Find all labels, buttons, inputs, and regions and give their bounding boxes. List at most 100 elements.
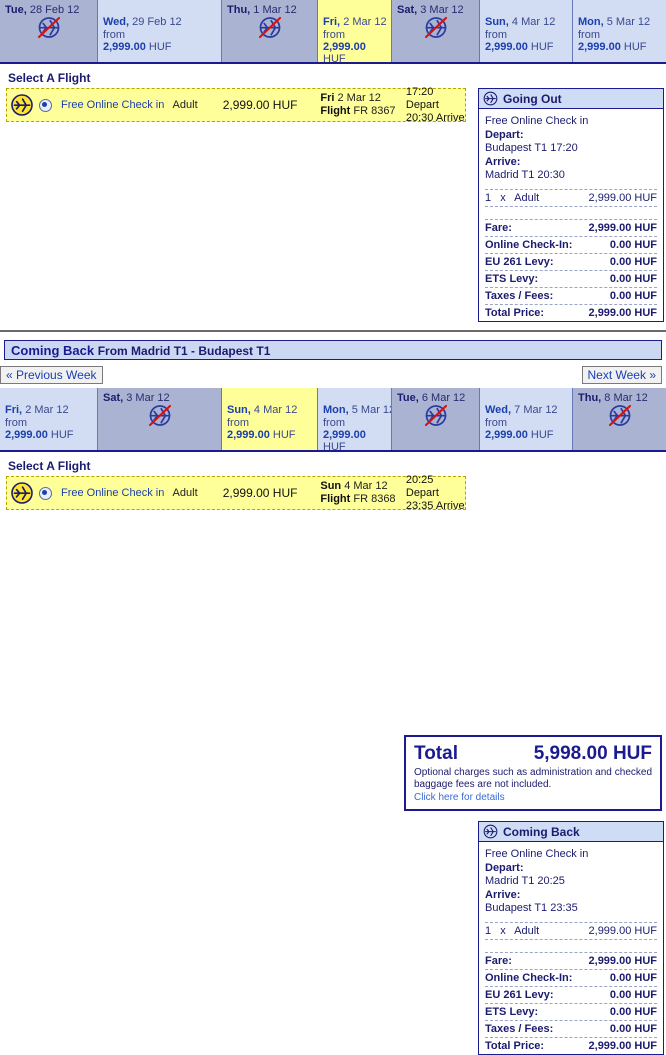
inbound-summary-depart-value: Madrid T1 20:25 bbox=[485, 875, 565, 887]
outbound-week-strip: Tue, 28 Feb 12 Wed, 29 Feb 12 from 2,999.00… bbox=[0, 0, 666, 64]
outbound-flight-radio[interactable] bbox=[39, 98, 52, 112]
next-week-button[interactable]: Next Week » bbox=[581, 366, 662, 384]
outbound-fee-row: Fare: 2,999.00 HUF bbox=[485, 220, 657, 237]
inbound-summary-pax-count: 1 bbox=[485, 925, 492, 937]
inbound-select-flight: Select A Flight Free Online Check in Adu… bbox=[0, 452, 666, 513]
inbound-flight-number: FR 8368 bbox=[353, 493, 396, 505]
outbound-fee-row: Online Check-In: 0.00 HUF bbox=[485, 237, 657, 254]
inbound-flight-pax-type: Adult bbox=[172, 487, 198, 499]
outbound-flight-date: 2 Mar 12 bbox=[337, 92, 381, 104]
inbound-day-cell-1: Sat, 3 Mar 12 bbox=[98, 388, 222, 450]
inbound-fee-value: 0.00 HUF bbox=[609, 1023, 657, 1035]
outbound-summary-checkin: Free Online Check in bbox=[485, 115, 589, 127]
total-details-link[interactable]: Click here for details bbox=[414, 792, 652, 803]
outbound-flight-day: Fri bbox=[320, 92, 335, 104]
total-amount: 5,998.00 HUF bbox=[533, 743, 652, 764]
plane-icon bbox=[11, 94, 33, 116]
inbound-day-cell-5[interactable]: Wed, 7 Mar 12 from 2,999.00 HUF bbox=[480, 388, 573, 450]
inbound-fee-row: Total Price: 2,999.00 HUF bbox=[485, 1038, 657, 1054]
inbound-summary-checkin: Free Online Check in bbox=[485, 848, 589, 860]
inbound-flight-day: Sun bbox=[320, 480, 342, 492]
inbound-flight-radio[interactable] bbox=[39, 486, 52, 500]
inbound-fee-row: Taxes / Fees: 0.00 HUF bbox=[485, 1021, 657, 1038]
outbound-day-cell-2: Thu, 1 Mar 12 bbox=[222, 0, 318, 62]
outbound-summary-panel: Going Out Free Online Check in Depart: B… bbox=[478, 88, 664, 322]
outbound-summary-title: Going Out bbox=[503, 91, 562, 106]
outbound-fee-value: 0.00 HUF bbox=[609, 273, 657, 285]
outbound-select-title: Select A Flight bbox=[8, 71, 91, 85]
outbound-day-cell-5[interactable]: Sun, 4 Mar 12 from 2,999.00 HUF bbox=[480, 0, 573, 62]
inbound-fee-row: Online Check-In: 0.00 HUF bbox=[485, 970, 657, 987]
previous-week-button[interactable]: « Previous Week bbox=[0, 366, 103, 384]
outbound-fee-value: 0.00 HUF bbox=[609, 290, 657, 302]
inbound-summary-pax-price: 2,999.00 HUF bbox=[588, 925, 657, 937]
inbound-summary-fees: Fare: 2,999.00 HUF Online Check-In: 0.00 HU… bbox=[485, 952, 657, 1054]
inbound-fee-value: 2,999.00 HUF bbox=[588, 955, 657, 967]
outbound-day-cell-0: Tue, 28 Feb 12 bbox=[0, 0, 98, 62]
outbound-summary-pax-type: Adult bbox=[514, 192, 540, 204]
inbound-fee-label: Taxes / Fees: bbox=[485, 1023, 554, 1035]
inbound-summary-body: Free Online Check in Depart: Madrid T1 2… bbox=[479, 842, 663, 1054]
inbound-flight-timecol: 20:25 Depart 23:35 Arrive bbox=[406, 474, 465, 513]
inbound-fee-row: ETS Levy: 0.00 HUF bbox=[485, 1004, 657, 1021]
outbound-fee-value: 2,999.00 HUF bbox=[588, 222, 657, 234]
outbound-day-cell-4: Sat, 3 Mar 12 bbox=[392, 0, 480, 62]
no-flight-icon bbox=[145, 402, 175, 431]
inbound-select-title: Select A Flight bbox=[8, 459, 91, 473]
inbound-flight-checkin: Free Online Check in bbox=[61, 487, 165, 499]
outbound-summary-fees: Fare: 2,999.00 HUF Online Check-In: 0.00 HU… bbox=[485, 219, 657, 321]
inbound-fee-row: Fare: 2,999.00 HUF bbox=[485, 953, 657, 970]
outbound-fee-label: Taxes / Fees: bbox=[485, 290, 554, 302]
outbound-day-cell-1[interactable]: Wed, 29 Feb 12 from 2,999.00 HUF bbox=[98, 0, 222, 62]
inbound-summary-panel: Coming Back Free Online Check in Depart:… bbox=[478, 821, 664, 1055]
outbound-summary-arrive-label: Arrive: bbox=[485, 156, 521, 168]
outbound-flight-checkin: Free Online Check in bbox=[61, 99, 165, 111]
inbound-flight-datecol: Sun 4 Mar 12 Flight FR 8368 bbox=[320, 480, 406, 506]
outbound-flight-pax-type: Adult bbox=[172, 99, 198, 111]
outbound-fee-label: Fare: bbox=[485, 222, 512, 234]
inbound-summary-pax-row: 1 x Adult 2,999.00 HUF bbox=[485, 922, 657, 940]
outbound-fee-value: 2,999.00 HUF bbox=[588, 307, 657, 319]
plane-circle-icon bbox=[483, 824, 498, 839]
week-navigation: « Previous Week Next Week » bbox=[0, 366, 662, 384]
inbound-flight-arrive: 23:35 Arrive bbox=[405, 499, 465, 512]
inbound-flight-row[interactable]: Free Online Check in Adult 2,999.00 HUF … bbox=[6, 474, 466, 513]
inbound-week-strip: Fri, 2 Mar 12 from 2,999.00 HUF Sat, 3 Mar … bbox=[0, 388, 666, 452]
outbound-flight-arrive: 20:30 Arrive bbox=[405, 111, 465, 124]
inbound-day-cell-4: Tue, 6 Mar 12 bbox=[392, 388, 480, 450]
outbound-summary-pax-times: x bbox=[500, 192, 506, 204]
outbound-flight-datecol: Fri 2 Mar 12 Flight FR 8367 bbox=[320, 92, 406, 118]
coming-back-title: Coming Back bbox=[11, 343, 95, 358]
inbound-day-cell-3[interactable]: Mon, 5 Mar 12 from 2,999.00 HUF bbox=[318, 388, 392, 450]
outbound-fee-value: 0.00 HUF bbox=[609, 256, 657, 268]
inbound-flight-label: Flight bbox=[320, 493, 351, 505]
inbound-fee-label: Fare: bbox=[485, 955, 512, 967]
inbound-fee-value: 0.00 HUF bbox=[609, 989, 657, 1001]
inbound-summary-title: Coming Back bbox=[503, 824, 580, 839]
inbound-day-cell-2[interactable]: Sun, 4 Mar 12 from 2,999.00 HUF bbox=[222, 388, 318, 450]
outbound-summary-arrive-value: Madrid T1 20:30 bbox=[485, 169, 565, 181]
inbound-day-cell-0[interactable]: Fri, 2 Mar 12 from 2,999.00 HUF bbox=[0, 388, 98, 450]
outbound-day-cell-6[interactable]: Mon, 5 Mar 12 from 2,999.00 HUF bbox=[573, 0, 666, 62]
inbound-fee-label: ETS Levy: bbox=[485, 1006, 539, 1018]
outbound-fee-row: ETS Levy: 0.00 HUF bbox=[485, 271, 657, 288]
outbound-summary-depart-label: Depart: bbox=[485, 129, 524, 141]
outbound-summary-pax-price: 2,999.00 HUF bbox=[588, 192, 657, 204]
outbound-day-cell-3[interactable]: Fri, 2 Mar 12 from 2,999.00 HUF bbox=[318, 0, 392, 62]
inbound-fee-value: 0.00 HUF bbox=[609, 972, 657, 984]
inbound-fee-value: 0.00 HUF bbox=[609, 1006, 657, 1018]
no-flight-icon bbox=[605, 402, 635, 431]
outbound-flight-row[interactable]: Free Online Check in Adult 2,999.00 HUF … bbox=[6, 86, 466, 124]
inbound-fee-label: Total Price: bbox=[485, 1040, 545, 1052]
inbound-fee-label: EU 261 Levy: bbox=[485, 989, 554, 1001]
outbound-summary-pax-count: 1 bbox=[485, 192, 492, 204]
inbound-fee-value: 2,999.00 HUF bbox=[588, 1040, 657, 1052]
plane-icon bbox=[11, 482, 33, 504]
outbound-summary-pax-row: 1 x Adult 2,999.00 HUF bbox=[485, 189, 657, 207]
outbound-fee-label: Total Price: bbox=[485, 307, 545, 319]
outbound-flight-number: FR 8367 bbox=[353, 105, 396, 117]
no-flight-icon bbox=[34, 14, 64, 43]
no-flight-icon bbox=[421, 402, 451, 431]
outbound-fee-value: 0.00 HUF bbox=[609, 239, 657, 251]
outbound-summary-depart-value: Budapest T1 17:20 bbox=[485, 142, 578, 154]
